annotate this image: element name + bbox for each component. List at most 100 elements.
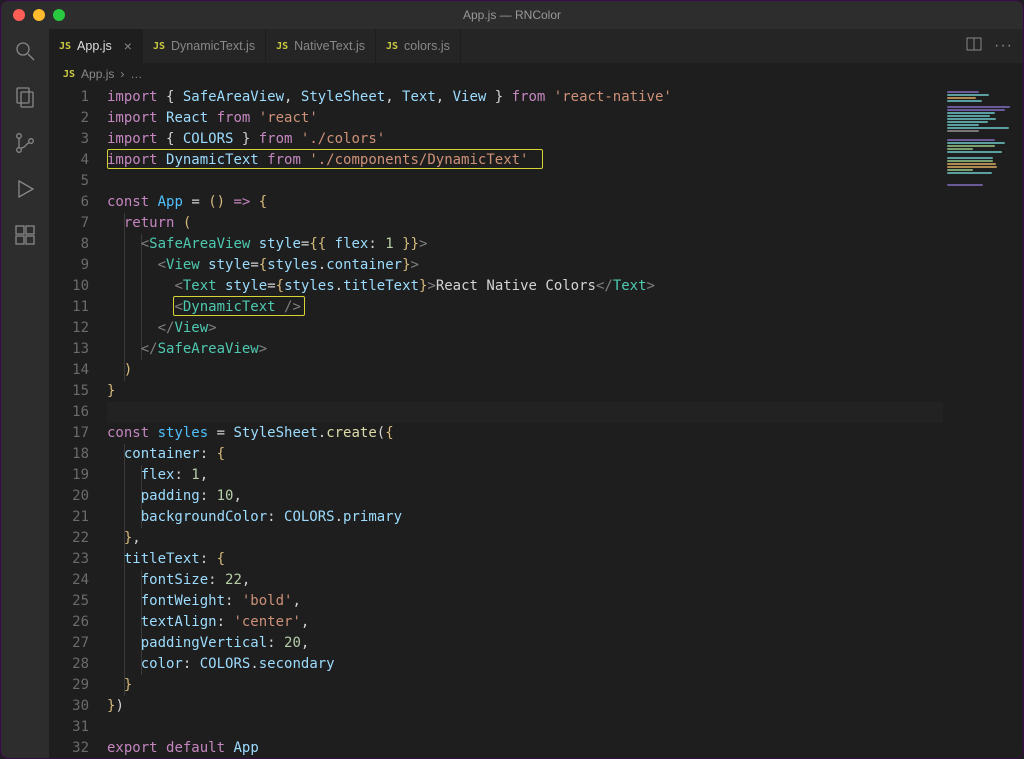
code-line[interactable]: textAlign: 'center',	[107, 612, 943, 633]
line-number: 22	[49, 528, 89, 549]
code-line[interactable]: color: COLORS.secondary	[107, 654, 943, 675]
line-number: 32	[49, 738, 89, 759]
code-line[interactable]: backgroundColor: COLORS.primary	[107, 507, 943, 528]
tab-label: NativeText.js	[294, 39, 365, 53]
window-title: App.js — RNColor	[1, 8, 1023, 22]
tab-actions: ···	[966, 29, 1023, 63]
line-number: 7	[49, 213, 89, 234]
code-line[interactable]: titleText: {	[107, 549, 943, 570]
close-tab-icon[interactable]: ×	[124, 39, 132, 53]
code-line[interactable]: export default App	[107, 738, 943, 759]
line-number: 1	[49, 87, 89, 108]
code-line[interactable]: fontWeight: 'bold',	[107, 591, 943, 612]
code-line[interactable]: <SafeAreaView style={{ flex: 1 }}>	[107, 234, 943, 255]
line-number: 18	[49, 444, 89, 465]
code-line[interactable]: const styles = StyleSheet.create({	[107, 423, 943, 444]
code-line[interactable]: import React from 'react'	[107, 108, 943, 129]
traffic-lights	[1, 9, 65, 21]
line-number: 31	[49, 717, 89, 738]
js-file-icon: JS	[63, 69, 75, 80]
line-number: 20	[49, 486, 89, 507]
source-control-icon[interactable]	[11, 129, 39, 157]
breadcrumb-file: App.js	[81, 67, 114, 81]
code-area[interactable]: import { SafeAreaView, StyleSheet, Text,…	[107, 85, 943, 758]
code-line[interactable]: <DynamicText />	[107, 297, 943, 318]
maximize-window-button[interactable]	[53, 9, 65, 21]
code-line[interactable]: }	[107, 675, 943, 696]
line-number: 26	[49, 612, 89, 633]
line-number: 2	[49, 108, 89, 129]
tab-colors-js[interactable]: JS colors.js	[376, 29, 461, 63]
line-number: 17	[49, 423, 89, 444]
activity-bar	[1, 29, 49, 758]
extensions-icon[interactable]	[11, 221, 39, 249]
close-window-button[interactable]	[13, 9, 25, 21]
tab-bar: JS App.js × JS DynamicText.js JS NativeText.js…	[49, 29, 1023, 63]
js-file-icon: JS	[276, 41, 288, 52]
line-number: 25	[49, 591, 89, 612]
code-line[interactable]: import DynamicText from './components/Dy…	[107, 150, 943, 171]
code-line[interactable]: container: {	[107, 444, 943, 465]
line-number-gutter: 1234567891011121314151617181920212223242…	[49, 85, 107, 758]
code-line[interactable]: )	[107, 360, 943, 381]
code-line[interactable]: import { SafeAreaView, StyleSheet, Text,…	[107, 87, 943, 108]
code-line[interactable]: flex: 1,	[107, 465, 943, 486]
code-line[interactable]: fontSize: 22,	[107, 570, 943, 591]
editor-group: JS App.js × JS DynamicText.js JS NativeText.js…	[49, 29, 1023, 758]
line-number: 10	[49, 276, 89, 297]
line-number: 30	[49, 696, 89, 717]
code-line[interactable]: import { COLORS } from './colors'	[107, 129, 943, 150]
line-number: 29	[49, 675, 89, 696]
code-line[interactable]: paddingVertical: 20,	[107, 633, 943, 654]
line-number: 6	[49, 192, 89, 213]
line-number: 16	[49, 402, 89, 423]
code-line[interactable]: }	[107, 381, 943, 402]
line-number: 8	[49, 234, 89, 255]
tab-dynamictext-js[interactable]: JS DynamicText.js	[143, 29, 266, 63]
code-line[interactable]: <Text style={styles.titleText}>React Nat…	[107, 276, 943, 297]
title-bar[interactable]: App.js — RNColor	[1, 1, 1023, 29]
editor[interactable]: 1234567891011121314151617181920212223242…	[49, 85, 1023, 758]
line-number: 15	[49, 381, 89, 402]
minimize-window-button[interactable]	[33, 9, 45, 21]
search-icon[interactable]	[11, 37, 39, 65]
split-editor-icon[interactable]	[966, 36, 982, 57]
explorer-icon[interactable]	[11, 83, 39, 111]
code-line[interactable]	[107, 171, 943, 192]
line-number: 13	[49, 339, 89, 360]
line-number: 4	[49, 150, 89, 171]
line-number: 23	[49, 549, 89, 570]
more-actions-icon[interactable]: ···	[994, 37, 1013, 55]
code-line[interactable]	[107, 717, 943, 738]
breadcrumb[interactable]: JS App.js › …	[49, 63, 1023, 85]
code-line[interactable]: padding: 10,	[107, 486, 943, 507]
tab-label: App.js	[77, 39, 112, 53]
js-file-icon: JS	[59, 41, 71, 52]
run-icon[interactable]	[11, 175, 39, 203]
tab-app-js[interactable]: JS App.js ×	[49, 29, 143, 63]
tab-label: DynamicText.js	[171, 39, 255, 53]
js-file-icon: JS	[386, 41, 398, 52]
code-line[interactable]: </SafeAreaView>	[107, 339, 943, 360]
main-area: JS App.js × JS DynamicText.js JS NativeText.js…	[1, 29, 1023, 758]
code-line[interactable]: },	[107, 528, 943, 549]
code-line[interactable]: })	[107, 696, 943, 717]
vscode-window: App.js — RNColor JSApp.js×JSDynamicT	[0, 0, 1024, 759]
minimap[interactable]	[943, 85, 1023, 758]
code-line[interactable]: </View>	[107, 318, 943, 339]
line-number: 5	[49, 171, 89, 192]
line-number: 28	[49, 654, 89, 675]
line-number: 19	[49, 465, 89, 486]
code-line[interactable]: const App = () => {	[107, 192, 943, 213]
line-number: 14	[49, 360, 89, 381]
code-line[interactable]: <View style={styles.container}>	[107, 255, 943, 276]
js-file-icon: JS	[153, 41, 165, 52]
code-line[interactable]: return (	[107, 213, 943, 234]
line-number: 27	[49, 633, 89, 654]
tab-label: colors.js	[404, 39, 450, 53]
line-number: 21	[49, 507, 89, 528]
line-number: 3	[49, 129, 89, 150]
tab-nativetext-js[interactable]: JS NativeText.js	[266, 29, 376, 63]
code-line[interactable]	[107, 402, 943, 423]
breadcrumb-chevron-icon: ›	[120, 67, 124, 81]
